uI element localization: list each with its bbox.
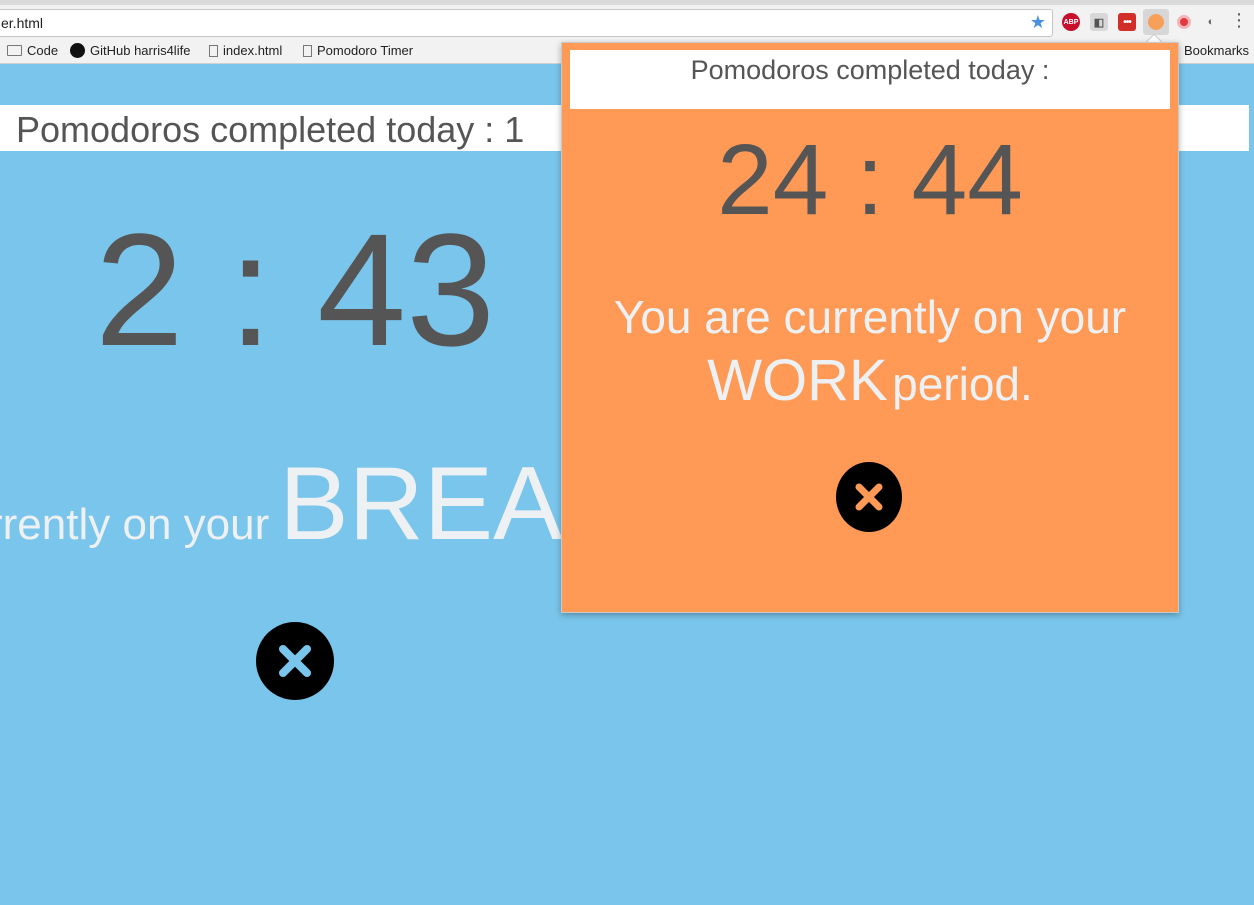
record-icon[interactable] <box>1175 13 1193 31</box>
page-icon <box>209 44 218 57</box>
record-dot-icon <box>1177 15 1191 29</box>
period-message: rrently on yourBREA <box>0 445 562 564</box>
popup-period-word: WORK <box>707 348 888 413</box>
period-prefix: rrently on your <box>0 500 270 549</box>
tomato-icon <box>1148 14 1164 30</box>
bookmark-label: index.html <box>223 43 283 58</box>
folder-icon <box>7 45 22 56</box>
bookmark-label: Pomodoro Timer <box>317 43 414 58</box>
camera-extension-icon[interactable]: ◐ <box>1202 13 1220 31</box>
bookmark-code[interactable]: Code <box>7 43 58 58</box>
popup-message-line2: WORK period. <box>562 349 1178 428</box>
popup-message-line1: You are currently on your <box>613 291 1127 343</box>
lastpass-label: ••• <box>1123 16 1131 28</box>
page-icon <box>303 44 312 57</box>
bookmark-pomodoro-timer[interactable]: Pomodoro Timer <box>303 43 413 58</box>
bookmark-label: GitHub harris4life <box>90 43 191 58</box>
popup-count-text: Pomodoros completed today : <box>570 50 1170 109</box>
break-timer: 2 : 43 <box>94 200 496 379</box>
bookmark-star-icon[interactable]: ★ <box>1030 12 1046 34</box>
work-timer: 24 : 44 <box>717 124 1023 236</box>
ghostery-icon[interactable]: ◧ <box>1090 13 1108 31</box>
pomodoro-popup: Pomodoros completed today : 24 : 44 You … <box>561 42 1179 613</box>
adblock-plus-icon[interactable]: ABP <box>1062 13 1080 31</box>
adblock-label: ABP <box>1063 18 1079 26</box>
popup-period-message: You are currently on your WORK period. <box>562 285 1178 428</box>
url-text[interactable]: er.html <box>1 15 43 31</box>
pomodoro-extension-icon[interactable] <box>1143 9 1169 35</box>
bookmark-label: Code <box>27 43 59 58</box>
close-icon <box>855 483 883 511</box>
address-bar[interactable]: er.html ★ <box>0 9 1053 37</box>
github-icon <box>70 43 85 58</box>
popup-close-button[interactable] <box>836 462 902 532</box>
close-icon <box>279 645 311 677</box>
bookmark-github[interactable]: GitHub harris4life <box>70 43 190 58</box>
period-word: BREA <box>279 446 563 562</box>
close-button[interactable] <box>256 622 334 700</box>
bookmark-other[interactable]: Bookmarks <box>1184 43 1249 58</box>
tab-strip-edge <box>0 0 1254 5</box>
browser-menu-icon[interactable]: ⋮ <box>1230 10 1248 34</box>
lastpass-icon[interactable]: ••• <box>1118 13 1136 31</box>
bookmark-index[interactable]: index.html <box>209 43 282 58</box>
popup-period-suffix: period. <box>892 358 1033 410</box>
bookmark-label: Bookmarks <box>1184 43 1250 58</box>
pomodoro-count-text: Pomodoros completed today : 1 <box>16 109 525 150</box>
